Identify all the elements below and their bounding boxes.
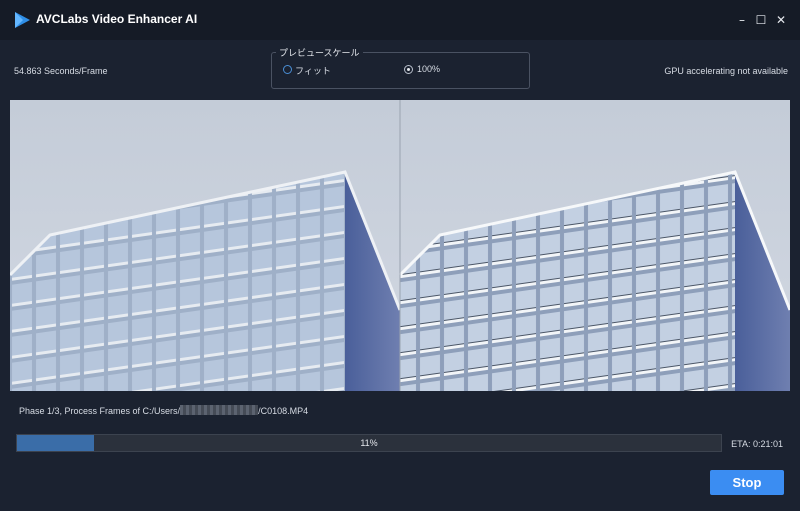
close-button[interactable]: ✕ — [771, 10, 791, 30]
play-triangle-logo-icon — [15, 12, 30, 28]
preview-original-half — [10, 100, 402, 391]
title-bar: AVCLabs Video Enhancer AI – ☐ ✕ — [0, 0, 800, 40]
gpu-status: GPU accelerating not available — [664, 66, 788, 76]
progress-bar: 11% — [16, 434, 722, 452]
phase-prefix: Phase 1/3, Process Frames of C:/Users/ — [19, 406, 181, 416]
seconds-per-frame: 54.863 Seconds/Frame — [14, 66, 108, 76]
comparison-preview-image — [10, 100, 790, 391]
preview-enhanced-half — [398, 100, 790, 391]
scale-100-radio[interactable] — [404, 65, 413, 74]
preview-scale-legend: プレビュースケール — [276, 46, 363, 59]
maximize-button[interactable]: ☐ — [751, 10, 771, 30]
progress-percent: 11% — [360, 438, 378, 448]
eta-label: ETA: 0:21:01 — [731, 439, 783, 449]
app-title: AVCLabs Video Enhancer AI — [36, 12, 198, 26]
redacted-path — [180, 405, 259, 415]
preview-area — [10, 100, 790, 391]
phase-suffix: /C0108.MP4 — [258, 406, 309, 416]
phase-status: Phase 1/3, Process Frames of C:/Users/ /C… — [19, 405, 308, 416]
scale-100-radio-label[interactable]: 100% — [417, 64, 440, 74]
fit-radio[interactable] — [283, 65, 292, 74]
minimize-button[interactable]: – — [732, 10, 752, 30]
fit-radio-label[interactable]: フィット — [295, 64, 331, 77]
stop-button[interactable]: Stop — [710, 470, 784, 495]
